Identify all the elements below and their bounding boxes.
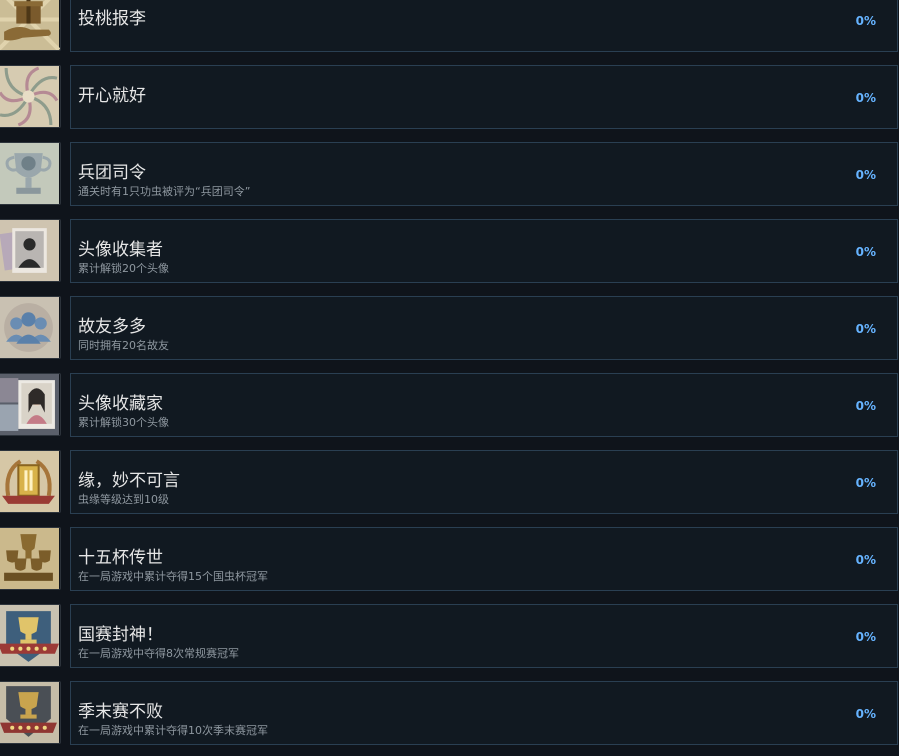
achievement-row[interactable]: 头像收藏家 累计解锁30个头像 0% (0, 371, 899, 448)
unlock-percent: 0% (855, 322, 876, 336)
achievement-card: 国赛封神！ 在一局游戏中夺得8次常规赛冠军 0% (70, 604, 898, 668)
unlock-percent: 0% (855, 630, 876, 644)
portrait-cards-icon (0, 219, 61, 282)
achievement-row[interactable]: 国赛封神！ 在一局游戏中夺得8次常规赛冠军 0% (0, 602, 899, 679)
achievement-title: 季末赛不败 (78, 702, 163, 722)
achievement-description: 累计解锁20个头像 (78, 262, 169, 275)
friends-group-icon (0, 296, 61, 359)
achievement-title: 头像收集者 (78, 240, 163, 260)
achievement-list: 投桃报李 0% 开心就好 0% 兵团司令 通关时有1只功虫被评为“兵团司令” 0… (0, 0, 899, 756)
champion-cup-banner-icon (0, 604, 61, 667)
achievement-row[interactable]: 兵团司令 通关时有1只功虫被评为“兵团司令” 0% (0, 140, 899, 217)
achievement-card: 投桃报李 0% (70, 0, 898, 52)
champion-shield-icon (0, 681, 61, 744)
portrait-collection-icon (0, 373, 61, 436)
level-ten-badge-icon (0, 450, 61, 513)
achievement-description: 在一局游戏中累计夺得10次季末赛冠军 (78, 724, 268, 737)
achievement-row[interactable]: 开心就好 0% (0, 63, 899, 140)
achievement-title: 故友多多 (78, 317, 146, 337)
unlock-percent: 0% (855, 707, 876, 721)
achievement-card: 季末赛不败 在一局游戏中累计夺得10次季末赛冠军 0% (70, 681, 898, 745)
trophy-icon (0, 142, 61, 205)
achievement-title: 开心就好 (78, 86, 146, 106)
unlock-percent: 0% (855, 245, 876, 259)
achievement-description: 在一局游戏中夺得8次常规赛冠军 (78, 647, 239, 660)
gift-hand-icon (0, 0, 61, 51)
achievement-card: 开心就好 0% (70, 65, 898, 129)
unlock-percent: 0% (855, 553, 876, 567)
spiral-burst-icon (0, 65, 61, 128)
achievement-title: 投桃报李 (78, 9, 146, 29)
achievement-description: 虫缘等级达到10级 (78, 493, 169, 506)
achievement-description: 累计解锁30个头像 (78, 416, 169, 429)
achievement-title: 缘，妙不可言 (78, 471, 180, 491)
unlock-percent: 0% (855, 476, 876, 490)
achievement-card: 头像收藏家 累计解锁30个头像 0% (70, 373, 898, 437)
achievement-row[interactable]: 缘，妙不可言 虫缘等级达到10级 0% (0, 448, 899, 525)
achievement-description: 在一局游戏中累计夺得15个国虫杯冠军 (78, 570, 268, 583)
achievement-card: 故友多多 同时拥有20名故友 0% (70, 296, 898, 360)
achievement-row[interactable]: 故友多多 同时拥有20名故友 0% (0, 294, 899, 371)
achievement-card: 十五杯传世 在一局游戏中累计夺得15个国虫杯冠军 0% (70, 527, 898, 591)
achievement-row[interactable]: 季末赛不败 在一局游戏中累计夺得10次季末赛冠军 0% (0, 679, 899, 756)
achievement-card: 缘，妙不可言 虫缘等级达到10级 0% (70, 450, 898, 514)
achievement-card: 头像收集者 累计解锁20个头像 0% (70, 219, 898, 283)
unlock-percent: 0% (855, 14, 876, 28)
unlock-percent: 0% (855, 399, 876, 413)
trophy-pile-icon (0, 527, 61, 590)
unlock-percent: 0% (855, 168, 876, 182)
achievement-description: 同时拥有20名故友 (78, 339, 169, 352)
achievement-title: 国赛封神！ (78, 625, 163, 645)
achievement-title: 十五杯传世 (78, 548, 163, 568)
achievement-description: 通关时有1只功虫被评为“兵团司令” (78, 185, 251, 198)
achievement-title: 头像收藏家 (78, 394, 163, 414)
achievement-row[interactable]: 头像收集者 累计解锁20个头像 0% (0, 217, 899, 294)
unlock-percent: 0% (855, 91, 876, 105)
achievement-row[interactable]: 投桃报李 0% (0, 0, 899, 63)
achievement-row[interactable]: 十五杯传世 在一局游戏中累计夺得15个国虫杯冠军 0% (0, 525, 899, 602)
achievement-title: 兵团司令 (78, 163, 146, 183)
achievement-card: 兵团司令 通关时有1只功虫被评为“兵团司令” 0% (70, 142, 898, 206)
